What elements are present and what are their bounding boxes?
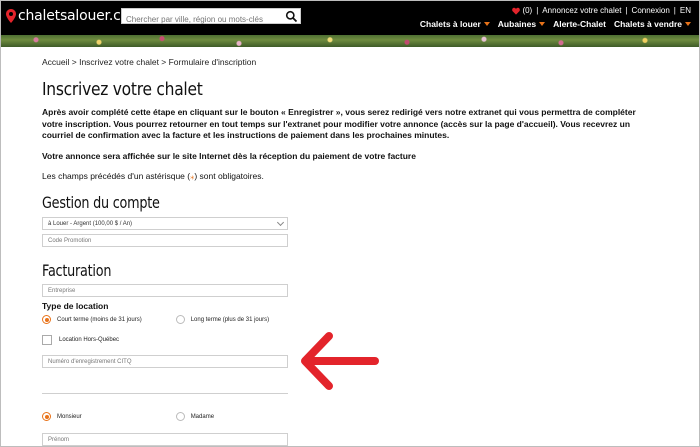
divider: | (673, 6, 676, 15)
announce-link[interactable]: Annoncez votre chalet (542, 6, 621, 15)
nav-label: Alerte-Chalet (553, 19, 606, 29)
main-content: Accueil > Inscrivez votre chalet > Formu… (42, 57, 662, 182)
citq-number-field[interactable]: Numéro d'enregistrement CITQ (42, 355, 288, 368)
notice-text: Votre annonce sera affichée sur le site … (42, 150, 416, 161)
radio-button[interactable] (175, 412, 185, 421)
heart-icon[interactable] (512, 7, 521, 15)
firstname-field[interactable]: Prénom (42, 433, 288, 446)
nav-chalets-a-louer[interactable]: Chalets à louer (420, 19, 490, 29)
caret-down-icon (685, 22, 691, 26)
favorites-count[interactable]: (0) (522, 6, 532, 15)
rental-type-options: Court terme (moins de 31 jours) Long ter… (42, 315, 288, 324)
rental-short-term-label: Court terme (moins de 31 jours) (57, 316, 142, 323)
required-note: Les champs précédés d'un astérisque (⁎) … (42, 171, 662, 182)
rental-type-label: Type de location (42, 301, 109, 311)
site-header: chaletsalouer.com (0) | Annoncez votre c… (1, 1, 699, 35)
rental-long-term-label: Long terme (plus de 31 jours) (190, 316, 270, 323)
radio-button-checked[interactable] (42, 315, 51, 324)
nav-aubaines[interactable]: Aubaines (497, 19, 546, 29)
company-field[interactable]: Entreprise (42, 284, 288, 297)
nav-label: Chalets à louer (419, 19, 481, 29)
nav-label: Chalets à vendre (613, 19, 682, 29)
plan-select[interactable]: à Louer - Argent (100,00 $ / An) (42, 217, 288, 230)
rental-short-term-option[interactable]: Court terme (moins de 31 jours) (42, 315, 142, 324)
outside-quebec-label: Location Hors-Québec (59, 337, 120, 343)
search-icon[interactable] (285, 10, 298, 23)
radio-button-checked[interactable] (42, 412, 51, 421)
main-nav: Chalets à louer Aubaines Alerte-Chalet C… (412, 19, 691, 29)
required-note-after: ) sont obligatoires. (194, 170, 264, 181)
language-link[interactable]: EN (680, 6, 691, 15)
required-note-before: Les champs précédés d'un astérisque ( (42, 170, 191, 181)
company-placeholder: Entreprise (48, 287, 76, 294)
rental-long-term-option[interactable]: Long terme (plus de 31 jours) (175, 315, 270, 324)
intro-text: Après avoir complété cette étape en cliq… (42, 107, 636, 140)
nav-label: Aubaines (497, 19, 537, 29)
header-banner-image (1, 35, 699, 47)
title-madam-label: Madame (190, 413, 215, 420)
page-title: Inscrivez votre chalet (42, 79, 203, 100)
arrow-left-icon (301, 332, 379, 390)
promo-code-field[interactable]: Code Promotion (42, 234, 288, 247)
form-divider (42, 393, 288, 394)
firstname-placeholder: Prénom (48, 436, 70, 443)
caret-down-icon (483, 22, 490, 26)
divider: | (625, 6, 628, 15)
browser-page: chaletsalouer.com (0) | Annoncez votre c… (0, 0, 700, 447)
nav-alerte-chalet[interactable]: Alerte-Chalet (553, 19, 606, 29)
title-options: Monsieur Madame (42, 412, 288, 421)
search-box (121, 8, 301, 27)
section-title-account: Gestion du compte (42, 193, 160, 212)
outside-quebec-checkbox[interactable] (42, 335, 52, 345)
title-mister-label: Monsieur (57, 413, 82, 420)
top-links: (0) | Annoncez votre chalet | Connexion … (512, 6, 691, 15)
title-mister-option[interactable]: Monsieur (42, 412, 82, 421)
nav-chalets-a-vendre[interactable]: Chalets à vendre (614, 19, 691, 29)
radio-button[interactable] (175, 315, 185, 324)
section-title-billing: Facturation (42, 261, 112, 280)
promo-code-placeholder: Code Promotion (48, 237, 92, 244)
caret-down-icon (539, 22, 546, 26)
outside-quebec-row[interactable]: Location Hors-Québec (42, 335, 119, 345)
divider: | (536, 6, 539, 15)
login-link[interactable]: Connexion (632, 6, 670, 15)
title-madam-option[interactable]: Madame (175, 412, 215, 421)
citq-number-placeholder: Numéro d'enregistrement CITQ (48, 358, 132, 365)
chevron-down-icon (276, 218, 285, 227)
plan-select-value: à Louer - Argent (100,00 $ / An) (48, 220, 133, 227)
breadcrumb[interactable]: Accueil > Inscrivez votre chalet > Formu… (42, 57, 662, 67)
location-pin-icon (6, 9, 16, 23)
search-input[interactable] (122, 12, 282, 27)
